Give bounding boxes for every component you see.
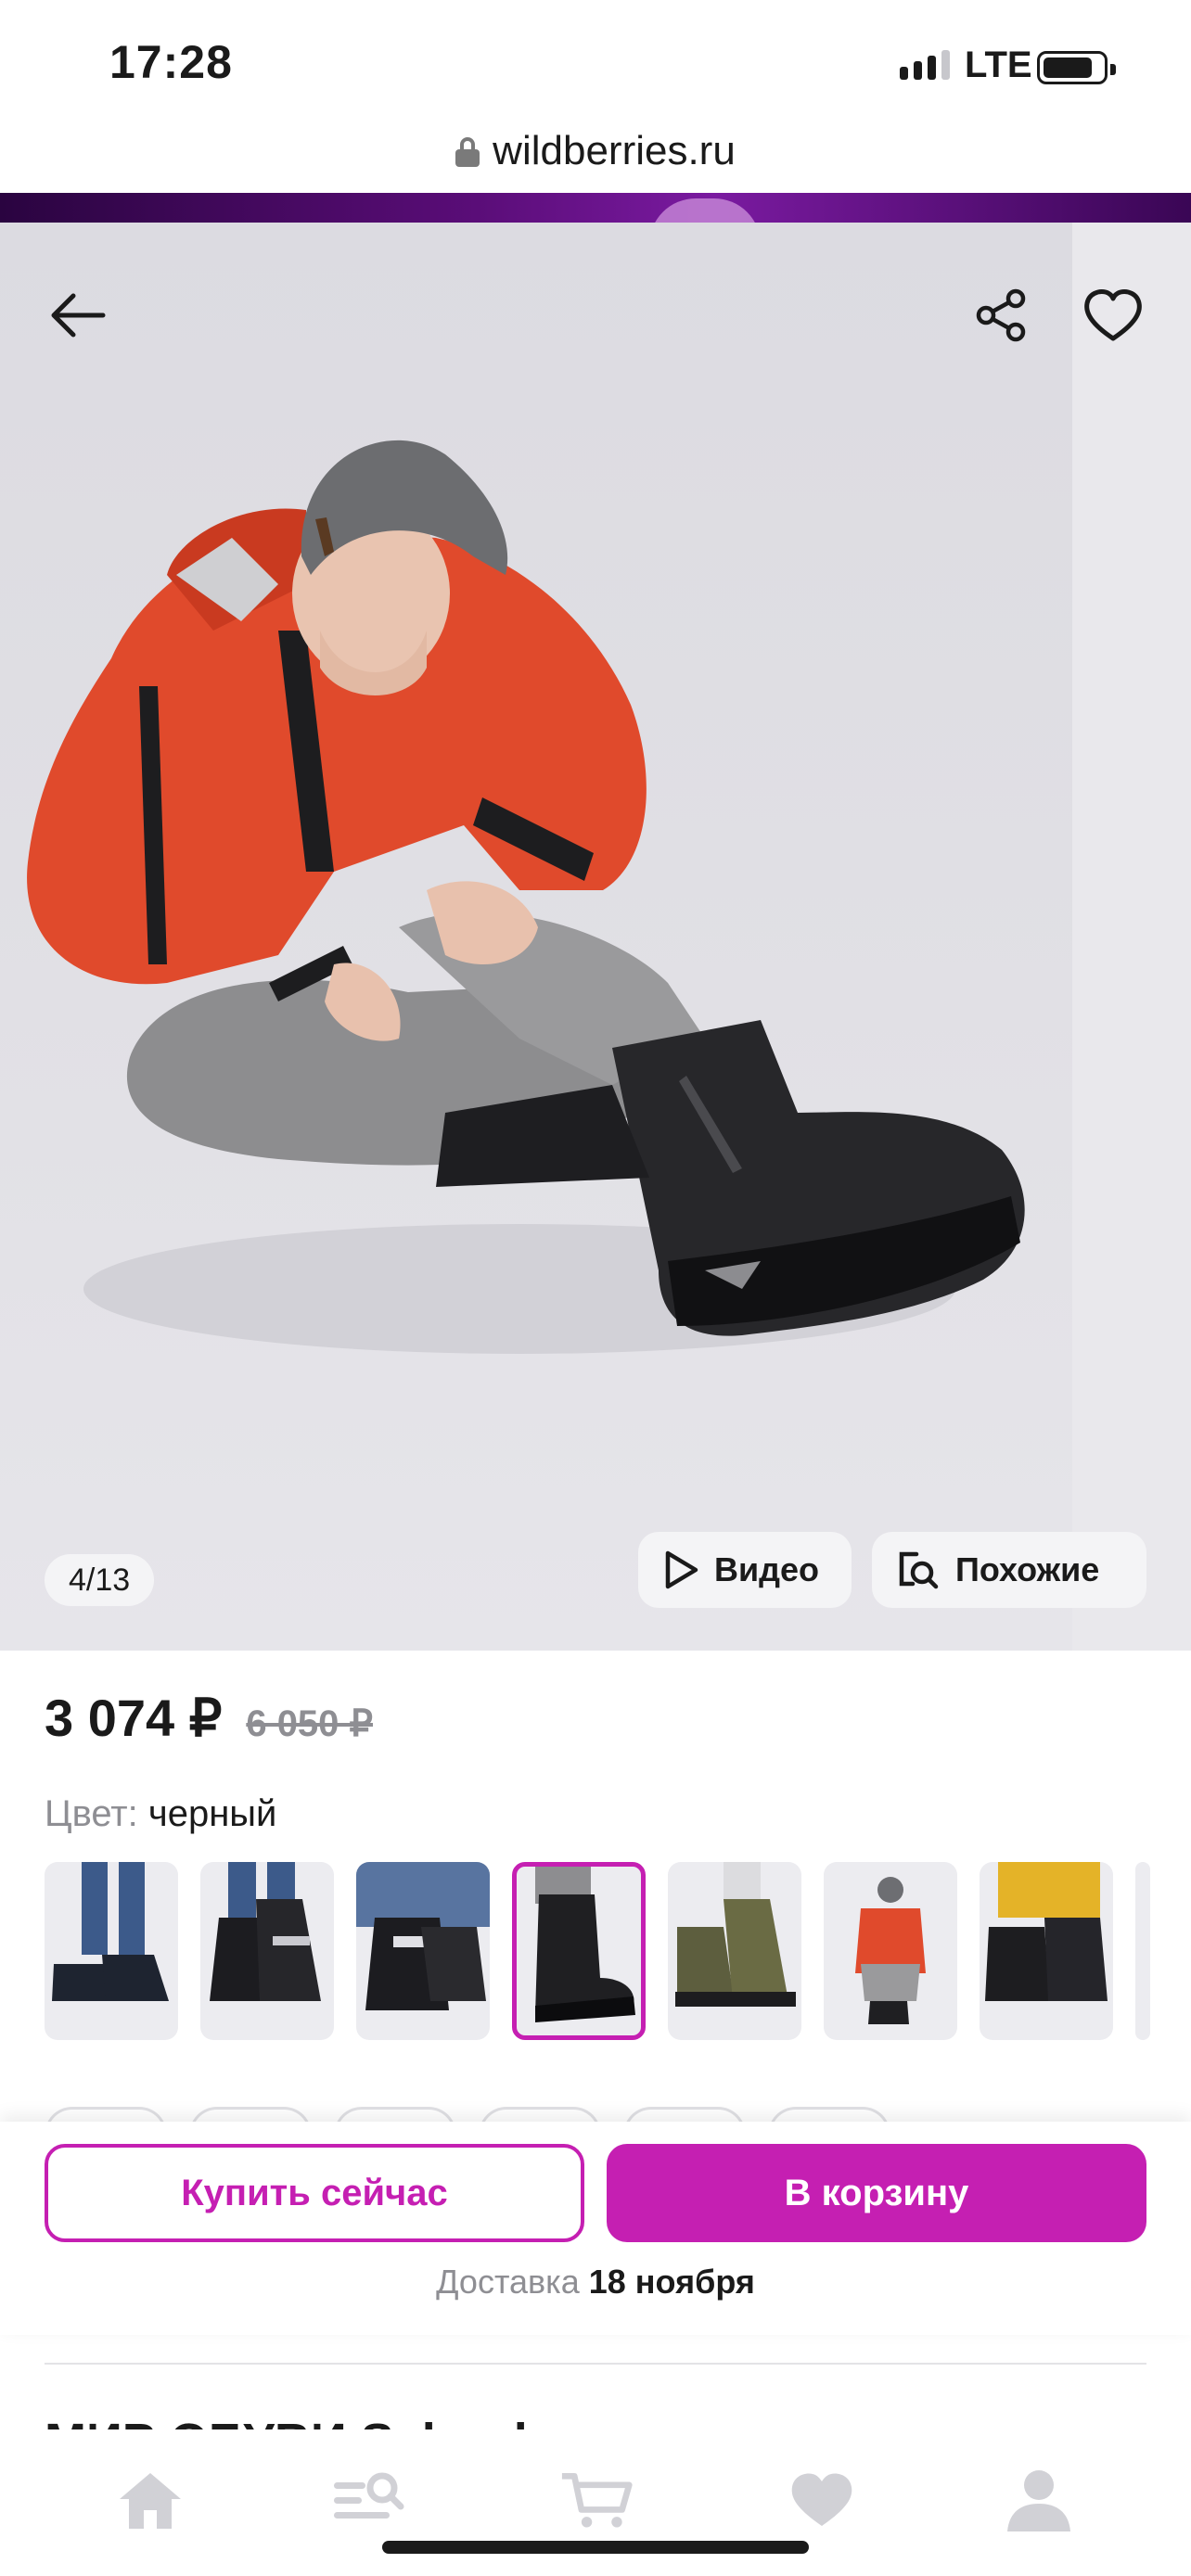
play-icon [665, 1550, 698, 1589]
variant-thumbnail[interactable] [200, 1862, 334, 2040]
image-counter: 4/13 [45, 1554, 155, 1606]
status-time: 17:28 [109, 36, 233, 88]
arrow-left-icon [51, 293, 106, 338]
url-text: wildberries.ru [493, 128, 736, 173]
delivery-label: Доставка [436, 2263, 580, 2301]
purchase-action-bar: Купить сейчас В корзину Доставка 18 нояб… [0, 2122, 1191, 2335]
back-button[interactable] [41, 278, 115, 352]
tab-cart[interactable] [560, 2463, 634, 2537]
video-label: Видео [714, 1550, 819, 1588]
home-indicator[interactable] [382, 2541, 809, 2554]
tab-home[interactable] [113, 2463, 187, 2537]
delivery-info: Доставка 18 ноября [0, 2263, 1191, 2302]
divider [45, 2363, 1146, 2365]
variant-thumbnail[interactable] [1135, 1862, 1150, 2040]
variant-thumbnail[interactable] [45, 1862, 178, 2040]
profile-icon [1007, 2470, 1070, 2531]
variant-thumbnail[interactable] [824, 1862, 957, 2040]
color-row: Цвет: черный [45, 1793, 276, 1835]
favorite-button[interactable] [1076, 278, 1150, 352]
variant-thumbnail[interactable] [356, 1862, 490, 2040]
similar-label: Похожие [955, 1550, 1100, 1588]
variant-thumbnail-selected[interactable] [512, 1862, 646, 2040]
promo-banner-strip[interactable] [0, 193, 1191, 223]
color-value: черный [147, 1793, 277, 1834]
product-gallery[interactable]: 4/13 Видео Похожие [0, 223, 1191, 1651]
catalog-search-icon [334, 2472, 404, 2519]
variant-thumbnail[interactable] [980, 1862, 1113, 2040]
next-image-peek [1072, 223, 1191, 1651]
tab-favorites[interactable] [785, 2463, 859, 2537]
bottom-tab-bar [0, 2429, 1191, 2576]
lock-icon [455, 137, 480, 167]
signal-strength-icon [900, 50, 950, 80]
tab-profile[interactable] [1002, 2463, 1076, 2537]
home-icon [120, 2473, 181, 2529]
add-to-cart-button[interactable]: В корзину [607, 2144, 1146, 2242]
similar-search-icon [899, 1551, 939, 1589]
browser-url-bar[interactable]: wildberries.ru [0, 109, 1191, 193]
price-row: 3 074 ₽ 6 050 ₽ [45, 1688, 373, 1749]
heart-outline-icon [1084, 289, 1142, 341]
share-icon [976, 288, 1026, 342]
buy-now-button[interactable]: Купить сейчас [45, 2144, 584, 2242]
current-price: 3 074 ₽ [45, 1689, 223, 1747]
color-variant-thumbnails [45, 1862, 1150, 2040]
variant-thumbnail[interactable] [668, 1862, 801, 2040]
seller-name[interactable]: МИР ОБУВИ School [45, 2409, 528, 2429]
color-label: Цвет: [45, 1793, 138, 1834]
delivery-date: 18 ноября [588, 2263, 755, 2301]
video-button[interactable]: Видео [638, 1532, 852, 1608]
product-photo [27, 440, 1025, 1354]
similar-button[interactable]: Похожие [872, 1532, 1146, 1608]
tab-catalog[interactable] [332, 2463, 406, 2537]
cart-icon [561, 2472, 633, 2528]
old-price: 6 050 ₽ [246, 1703, 373, 1744]
favorites-icon [791, 2473, 852, 2526]
network-type: LTE [965, 45, 1032, 85]
battery-icon [1037, 51, 1116, 84]
share-button[interactable] [965, 278, 1039, 352]
